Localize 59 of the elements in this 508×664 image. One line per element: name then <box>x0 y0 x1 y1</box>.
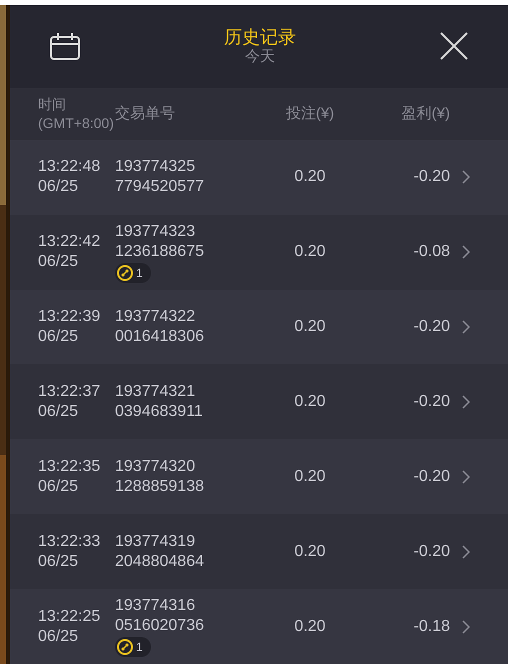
column-header: 盈利(¥) <box>400 104 450 124</box>
column-header: 投注(¥) <box>284 104 336 124</box>
bonus-badge: 1 <box>115 637 151 658</box>
time-text: 13:22:35 <box>38 456 102 477</box>
profit-amount: -0.18 <box>412 616 450 637</box>
chevron-right-icon <box>462 470 470 484</box>
history-row[interactable]: 13:22:48 06/25 193774325 7794520577 0.20 -0.20 <box>10 140 508 215</box>
close-icon[interactable] <box>440 32 468 60</box>
date-filter: 今天 <box>245 48 275 66</box>
profit-amount: -0.20 <box>412 466 450 487</box>
order-number: 193774321 0394683911 <box>115 382 203 422</box>
chevron-right-icon <box>462 620 470 634</box>
date-text: 06/25 <box>38 626 80 647</box>
date-text: 06/25 <box>38 402 80 422</box>
bet-amount: 0.20 <box>293 616 327 637</box>
date-text: 06/25 <box>38 177 80 198</box>
order-number: 193774323 1236188675 <box>115 222 204 262</box>
chevron-right-icon <box>462 245 470 260</box>
date-text: 06/25 <box>38 327 80 348</box>
coin-icon <box>117 639 133 656</box>
profit-amount: -0.20 <box>412 167 450 188</box>
date-text: 06/25 <box>38 252 80 272</box>
bet-amount: 0.20 <box>293 542 327 562</box>
time-text: 13:22:39 <box>38 307 102 328</box>
history-row[interactable]: 13:22:35 06/25 193774320 1288859138 0.20 -0.20 <box>10 439 508 514</box>
column-header: 交易单号 <box>115 104 176 124</box>
history-row[interactable]: 13:22:33 06/25 193774319 2048804864 0.20 -0.20 <box>10 514 508 590</box>
chevron-right-icon <box>462 170 470 184</box>
date-text: 06/25 <box>38 476 80 497</box>
bonus-badge: 1 <box>115 262 151 283</box>
order-number: 193774316 0516020736 <box>115 596 204 636</box>
profit-amount: -0.20 <box>412 392 450 412</box>
order-number: 193774322 0016418306 <box>115 307 204 348</box>
profit-amount: -0.20 <box>412 317 450 338</box>
bet-amount: 0.20 <box>293 392 327 412</box>
time-text: 13:22:25 <box>38 606 102 627</box>
bet-amount: 0.20 <box>293 242 327 262</box>
chevron-right-icon <box>462 394 470 409</box>
profit-amount: -0.20 <box>412 542 450 562</box>
coin-icon <box>117 264 133 281</box>
chevron-right-icon <box>462 320 470 334</box>
time-text: 13:22:33 <box>38 532 102 552</box>
calendar-icon[interactable] <box>50 32 80 60</box>
panel-title: 历史记录 <box>224 26 296 48</box>
bet-amount: 0.20 <box>293 466 327 487</box>
column-header: 时间 (GMT+8:00) <box>37 94 115 133</box>
order-number: 193774325 7794520577 <box>115 157 204 198</box>
time-text: 13:22:37 <box>38 382 102 402</box>
time-text: 13:22:48 <box>38 157 102 178</box>
order-number: 193774320 1288859138 <box>115 456 204 497</box>
bet-amount: 0.20 <box>293 167 327 188</box>
bet-amount: 0.20 <box>293 317 327 338</box>
profit-amount: -0.08 <box>412 242 450 262</box>
date-text: 06/25 <box>38 552 80 572</box>
history-row[interactable]: 13:22:37 06/25 193774321 0394683911 0.20 -0.20 <box>10 364 508 440</box>
order-number: 193774319 2048804864 <box>115 532 204 572</box>
history-row[interactable]: 13:22:39 06/25 193774322 0016418306 0.20 -0.20 <box>10 290 508 364</box>
time-text: 13:22:42 <box>38 232 102 252</box>
chevron-right-icon <box>462 544 470 559</box>
